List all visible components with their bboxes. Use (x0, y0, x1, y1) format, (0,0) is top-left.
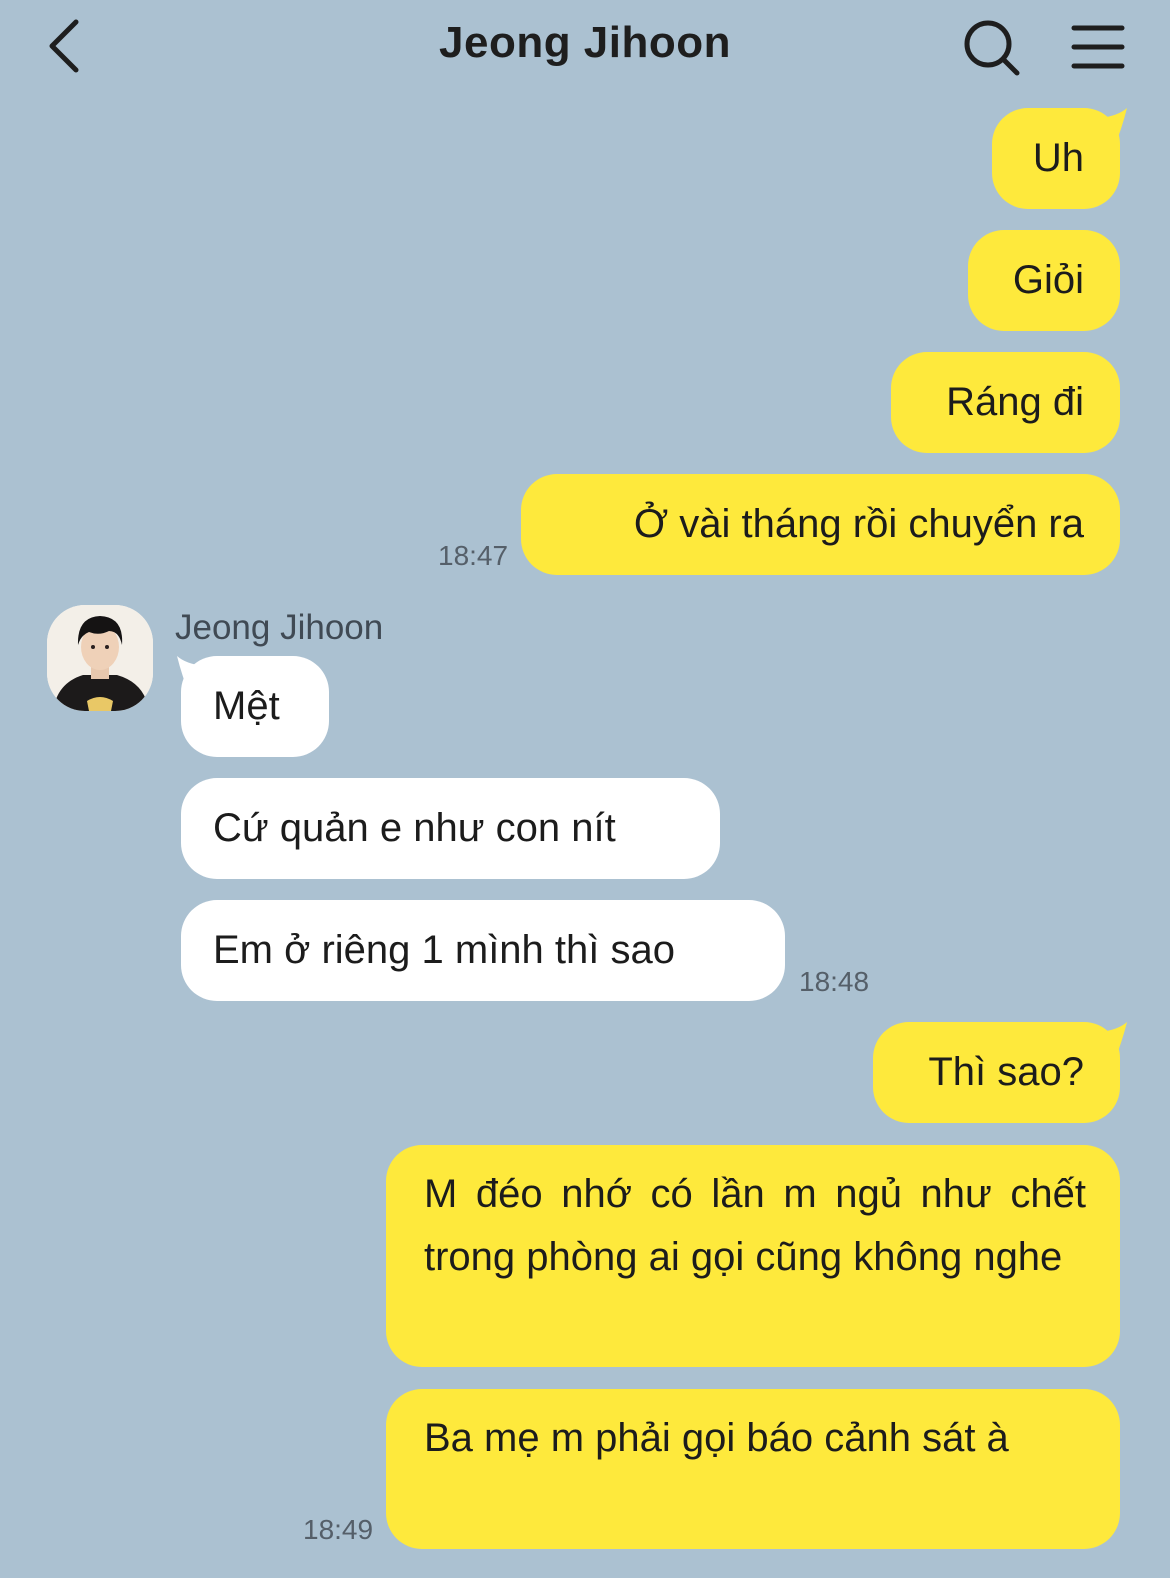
message-bubble-received[interactable]: Mệt (181, 656, 329, 757)
message-text: Ở vài tháng rồi chuyển ra (633, 502, 1084, 546)
message-text: Ba mẹ m phải gọi báo cảnh sát à (424, 1416, 1009, 1460)
sender-name: Jeong Jihoon (175, 608, 384, 647)
message-text: Em ở riêng 1 mình thì sao (213, 928, 675, 972)
hamburger-menu-icon[interactable] (1070, 18, 1130, 78)
message-text: Ráng đi (946, 380, 1084, 424)
message-text: Cứ quản e như con nít (213, 806, 616, 850)
message-text: M đéo nhớ có lần m ngủ như chết trong ph… (424, 1172, 1086, 1279)
message-timestamp: 18:48 (799, 966, 870, 997)
message-bubble-sent[interactable]: M đéo nhớ có lần m ngủ như chết trong ph… (386, 1145, 1120, 1367)
message-bubble-received[interactable]: Cứ quản e như con nít (181, 778, 720, 879)
message-bubble-received[interactable]: Em ở riêng 1 mình thì sao (181, 900, 785, 1001)
avatar[interactable] (47, 605, 153, 711)
message-text: Uh (1032, 136, 1084, 180)
message-bubble-sent[interactable]: Ở vài tháng rồi chuyển ra (521, 474, 1120, 575)
message-bubble-sent[interactable]: Ráng đi (891, 352, 1120, 453)
search-icon[interactable] (960, 16, 1024, 80)
message-text: Thì sao? (928, 1050, 1084, 1094)
message-bubble-sent[interactable]: Ba mẹ m phải gọi báo cảnh sát à (386, 1389, 1120, 1549)
message-text: Mệt (213, 684, 280, 728)
message-timestamp: 18:49 (303, 1514, 374, 1545)
chevron-left-icon[interactable] (40, 16, 96, 80)
message-bubble-sent[interactable]: Thì sao? (873, 1022, 1120, 1123)
message-text: Giỏi (1012, 258, 1084, 302)
message-timestamp: 18:47 (438, 540, 509, 571)
chat-header: Jeong Jihoon (0, 0, 1170, 96)
message-bubble-sent[interactable]: Giỏi (968, 230, 1120, 331)
message-bubble-sent[interactable]: Uh (992, 108, 1120, 209)
